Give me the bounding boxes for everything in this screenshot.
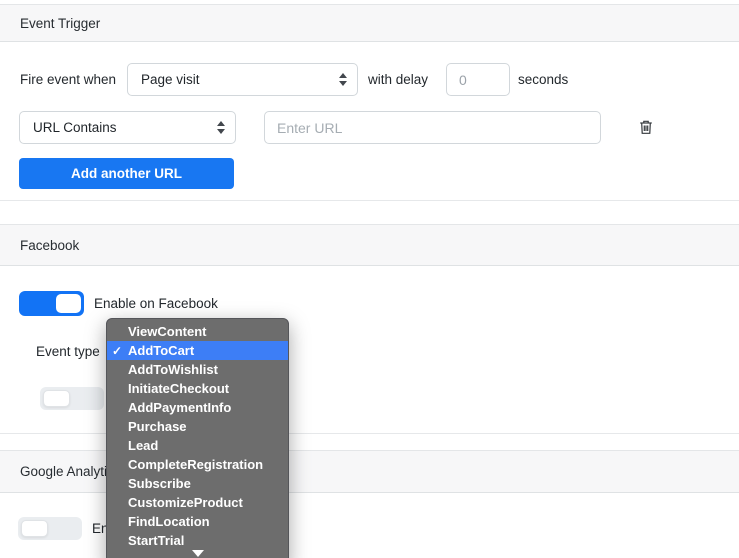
menu-option-CustomizeProduct[interactable]: CustomizeProduct bbox=[107, 493, 288, 512]
toggle-knob bbox=[56, 294, 81, 313]
menu-option-label: Subscribe bbox=[128, 476, 191, 491]
toggle-knob bbox=[43, 390, 70, 407]
menu-option-FindLocation[interactable]: FindLocation bbox=[107, 512, 288, 531]
menu-option-ViewContent[interactable]: ViewContent bbox=[107, 322, 288, 341]
enable-facebook-label: Enable on Facebook bbox=[94, 296, 218, 311]
add-another-url-button[interactable]: Add another URL bbox=[19, 158, 234, 189]
event-type-menu-items: ViewContent ✓ AddToCart AddToWishlist Initia… bbox=[107, 322, 288, 550]
fire-event-when-label: Fire event when bbox=[20, 72, 117, 87]
menu-option-label: CompleteRegistration bbox=[128, 457, 264, 472]
select-stepper-icon bbox=[217, 121, 225, 134]
section-title: Facebook bbox=[20, 237, 80, 253]
menu-option-AddToCart[interactable]: ✓ AddToCart bbox=[107, 341, 288, 360]
delay-input[interactable] bbox=[446, 63, 510, 96]
menu-option-label: AddPaymentInfo bbox=[128, 400, 232, 415]
section-divider bbox=[0, 200, 739, 201]
url-match-select[interactable]: URL Contains bbox=[19, 111, 236, 144]
menu-option-label: AddToCart bbox=[128, 343, 195, 358]
menu-option-AddPaymentInfo[interactable]: AddPaymentInfo bbox=[107, 398, 288, 417]
menu-option-label: ViewContent bbox=[128, 324, 207, 339]
seconds-label: seconds bbox=[518, 72, 569, 87]
menu-option-Subscribe[interactable]: Subscribe bbox=[107, 474, 288, 493]
enable-facebook-toggle[interactable] bbox=[19, 291, 84, 316]
menu-option-AddToWishlist[interactable]: AddToWishlist bbox=[107, 360, 288, 379]
menu-option-CompleteRegistration[interactable]: CompleteRegistration bbox=[107, 455, 288, 474]
event-type-menu: ViewContent ✓ AddToCart AddToWishlist Initia… bbox=[106, 318, 289, 558]
trigger-type-select[interactable]: Page visit bbox=[127, 63, 358, 96]
url-input[interactable] bbox=[264, 111, 601, 144]
section-header-facebook: Facebook bbox=[0, 224, 739, 266]
menu-option-InitiateCheckout[interactable]: InitiateCheckout bbox=[107, 379, 288, 398]
section-title: Event Trigger bbox=[20, 15, 101, 31]
checkmark-icon: ✓ bbox=[112, 343, 123, 358]
trash-icon[interactable] bbox=[637, 118, 655, 136]
trigger-type-select-value: Page visit bbox=[141, 72, 200, 87]
menu-option-label: InitiateCheckout bbox=[128, 381, 230, 396]
select-stepper-icon bbox=[339, 73, 347, 86]
section-header-event-trigger: Event Trigger bbox=[0, 4, 739, 42]
menu-option-Lead[interactable]: Lead bbox=[107, 436, 288, 455]
menu-option-label: StartTrial bbox=[128, 533, 185, 548]
menu-option-label: AddToWishlist bbox=[128, 362, 218, 377]
scroll-down-icon[interactable] bbox=[107, 550, 288, 557]
facebook-secondary-toggle[interactable] bbox=[40, 387, 104, 410]
menu-option-StartTrial[interactable]: StartTrial bbox=[107, 531, 288, 550]
menu-option-label: Lead bbox=[128, 438, 159, 453]
menu-option-Purchase[interactable]: Purchase bbox=[107, 417, 288, 436]
with-delay-label: with delay bbox=[368, 72, 429, 87]
event-type-label: Event type bbox=[36, 344, 100, 359]
toggle-knob bbox=[21, 520, 48, 537]
menu-option-label: CustomizeProduct bbox=[128, 495, 243, 510]
enable-google-analytics-toggle[interactable] bbox=[18, 517, 82, 540]
menu-option-label: Purchase bbox=[128, 419, 187, 434]
event-settings-page: Event Trigger Fire event when Page visit… bbox=[0, 0, 739, 558]
url-match-select-value: URL Contains bbox=[33, 120, 117, 135]
menu-option-label: FindLocation bbox=[128, 514, 210, 529]
